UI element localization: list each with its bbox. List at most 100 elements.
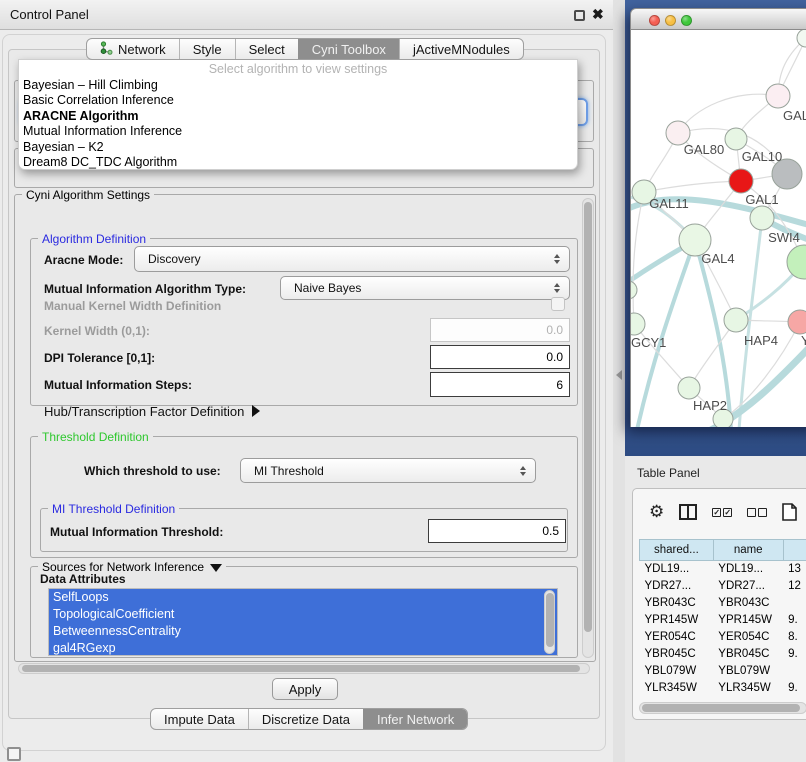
table-cell: YBL079W xyxy=(713,663,783,680)
mi-type-combobox[interactable]: Naive Bayes xyxy=(280,276,570,300)
table-cell: YBR043C xyxy=(640,595,714,612)
mi-steps-input[interactable]: 6 xyxy=(430,372,570,397)
network-node[interactable] xyxy=(631,313,645,335)
tab-network[interactable]: Network xyxy=(87,39,179,59)
table-cell: YLR345W xyxy=(640,680,714,692)
tab-jactivemnodules[interactable]: jActiveMNodules xyxy=(399,39,523,59)
network-edge[interactable] xyxy=(678,94,778,133)
attribute-item-topologicalcoefficient[interactable]: TopologicalCoefficient xyxy=(49,606,557,623)
network-node[interactable] xyxy=(678,377,700,399)
column-header-shared[interactable]: shared... xyxy=(640,540,714,561)
tab-infer-network[interactable]: Infer Network xyxy=(363,709,467,729)
select-all-icon[interactable]: ✓✓ xyxy=(712,508,732,517)
columns-icon[interactable] xyxy=(679,504,697,520)
network-canvas[interactable]: GALGAL80GAL10GAL1GAL11SWI4GAL4GCY1HAP4YH… xyxy=(630,30,806,427)
network-graph: GALGAL80GAL10GAL1GAL11SWI4GAL4GCY1HAP4YH… xyxy=(631,30,806,427)
network-node[interactable] xyxy=(797,30,806,47)
table-row[interactable]: YBR045CYBR045C9. xyxy=(640,646,806,663)
algorithm-dropdown-placeholder: Select algorithm to view settings xyxy=(19,61,577,78)
panel-divider[interactable] xyxy=(613,0,625,762)
control-panel-titlebar: Control Panel ✖ xyxy=(0,0,613,30)
table-row[interactable]: YDR27...YDR27...12 xyxy=(640,578,806,595)
tab-impute-data[interactable]: Impute Data xyxy=(151,709,248,729)
data-attributes-list[interactable]: SelfLoopsTopologicalCoefficientBetweenne… xyxy=(48,588,558,656)
table-cell: 9. xyxy=(783,646,806,663)
table-row[interactable]: YBR043CYBR043C xyxy=(640,595,806,612)
attribute-item-gal4rgexp[interactable]: gal4RGexp xyxy=(49,640,557,656)
table-cell: 12 xyxy=(783,578,806,595)
window-zoom-icon[interactable] xyxy=(681,15,692,26)
close-icon[interactable]: ✖ xyxy=(592,6,604,23)
mi-threshold-input[interactable]: 0.5 xyxy=(428,519,566,543)
tab-discretize-data[interactable]: Discretize Data xyxy=(248,709,363,729)
aracne-mode-combobox[interactable]: Discovery xyxy=(134,246,570,272)
table-cell: YDL19... xyxy=(713,561,783,578)
divider-handle-icon[interactable] xyxy=(616,370,622,380)
table-cell: YBR045C xyxy=(640,646,714,663)
table-row[interactable]: YPR145WYPR145W9. xyxy=(640,612,806,629)
tab-label: Cyni Toolbox xyxy=(312,42,386,57)
column-header-name[interactable]: name xyxy=(713,540,783,561)
tab-style[interactable]: Style xyxy=(179,39,235,59)
settings-vertical-scrollbar[interactable] xyxy=(582,198,594,658)
network-node-label-hap4: HAP4 xyxy=(744,333,778,348)
algorithm-option-aracne-algorithm[interactable]: ARACNE Algorithm xyxy=(19,109,577,124)
algorithm-option-dream8-dc-tdc-algorithm[interactable]: Dream8 DC_TDC Algorithm xyxy=(19,155,577,170)
settings-horizontal-scrollbar[interactable] xyxy=(18,663,590,674)
table-cell: YLR345W xyxy=(713,680,783,692)
mi-threshold-value: 0.5 xyxy=(542,524,559,538)
which-threshold-combobox[interactable]: MI Threshold xyxy=(240,458,536,483)
hub-definition-expander[interactable]: Hub/Transcription Factor Definition xyxy=(44,404,260,419)
dpi-tolerance-label: DPI Tolerance [0,1]: xyxy=(44,351,155,365)
network-node[interactable] xyxy=(724,308,748,332)
table-panel-area: Table Panel ⚙ ✓✓ shared...name YDL19...Y xyxy=(625,456,806,762)
deselect-all-icon[interactable] xyxy=(747,508,767,517)
gear-icon[interactable]: ⚙ xyxy=(649,502,664,522)
kernel-width-input[interactable]: 0.0 xyxy=(430,318,570,342)
network-edge[interactable] xyxy=(633,192,644,324)
network-node-label-swi4: SWI4 xyxy=(768,230,800,245)
column-header-cut[interactable] xyxy=(783,540,806,561)
algorithm-definition-title: Algorithm Definition xyxy=(38,232,150,246)
attributes-scrollbar[interactable] xyxy=(544,590,555,654)
network-node[interactable] xyxy=(766,84,790,108)
table-horizontal-scrollbar-thumb[interactable] xyxy=(642,704,800,712)
network-node[interactable] xyxy=(788,310,806,334)
network-node[interactable] xyxy=(725,128,747,150)
network-node[interactable] xyxy=(729,169,753,193)
table-row[interactable]: YER054CYER054C8. xyxy=(640,629,806,646)
attribute-item-betweennesscentrality[interactable]: BetweennessCentrality xyxy=(49,623,557,640)
network-edge[interactable] xyxy=(644,181,741,192)
tab-select[interactable]: Select xyxy=(235,39,298,59)
network-node-label-gal10: GAL10 xyxy=(742,149,782,164)
manual-kernel-label: Manual Kernel Width Definition xyxy=(44,299,221,313)
attributes-scrollbar-thumb[interactable] xyxy=(546,593,554,647)
algorithm-option-bayesian-k2[interactable]: Bayesian – K2 xyxy=(19,140,577,155)
algorithm-option-mutual-information-inference[interactable]: Mutual Information Inference xyxy=(19,124,577,139)
aracne-mode-value: Discovery xyxy=(148,252,201,266)
new-table-icon[interactable] xyxy=(782,503,797,521)
apply-button[interactable]: Apply xyxy=(272,678,338,700)
dpi-tolerance-input[interactable]: 0.0 xyxy=(430,345,570,369)
settings-horizontal-scrollbar-thumb[interactable] xyxy=(22,665,580,672)
float-panel-icon[interactable] xyxy=(7,747,21,761)
table-row[interactable]: YLR345WYLR345W9. xyxy=(640,680,806,692)
attribute-item-selfloops[interactable]: SelfLoops xyxy=(49,589,557,606)
network-node[interactable] xyxy=(787,245,806,279)
float-icon[interactable] xyxy=(574,10,585,21)
tab-cyni-toolbox[interactable]: Cyni Toolbox xyxy=(298,39,399,59)
table-panel-title: Table Panel xyxy=(637,466,700,480)
mi-threshold-label: Mutual Information Threshold: xyxy=(50,525,223,539)
network-node[interactable] xyxy=(631,281,637,299)
network-node[interactable] xyxy=(750,206,774,230)
table-row[interactable]: YBL079WYBL079W xyxy=(640,663,806,680)
manual-kernel-checkbox[interactable] xyxy=(551,297,565,311)
hub-definition-label: Hub/Transcription Factor Definition xyxy=(44,404,244,419)
settings-vertical-scrollbar-thumb[interactable] xyxy=(584,202,592,632)
algorithm-option-bayesian-hill-climbing[interactable]: Bayesian – Hill Climbing xyxy=(19,78,577,93)
window-close-icon[interactable] xyxy=(649,15,660,26)
window-minimize-icon[interactable] xyxy=(665,15,676,26)
table-row[interactable]: YDL19...YDL19...13 xyxy=(640,561,806,578)
table-horizontal-scrollbar[interactable] xyxy=(639,702,806,714)
algorithm-option-basic-correlation-inference[interactable]: Basic Correlation Inference xyxy=(19,93,577,108)
